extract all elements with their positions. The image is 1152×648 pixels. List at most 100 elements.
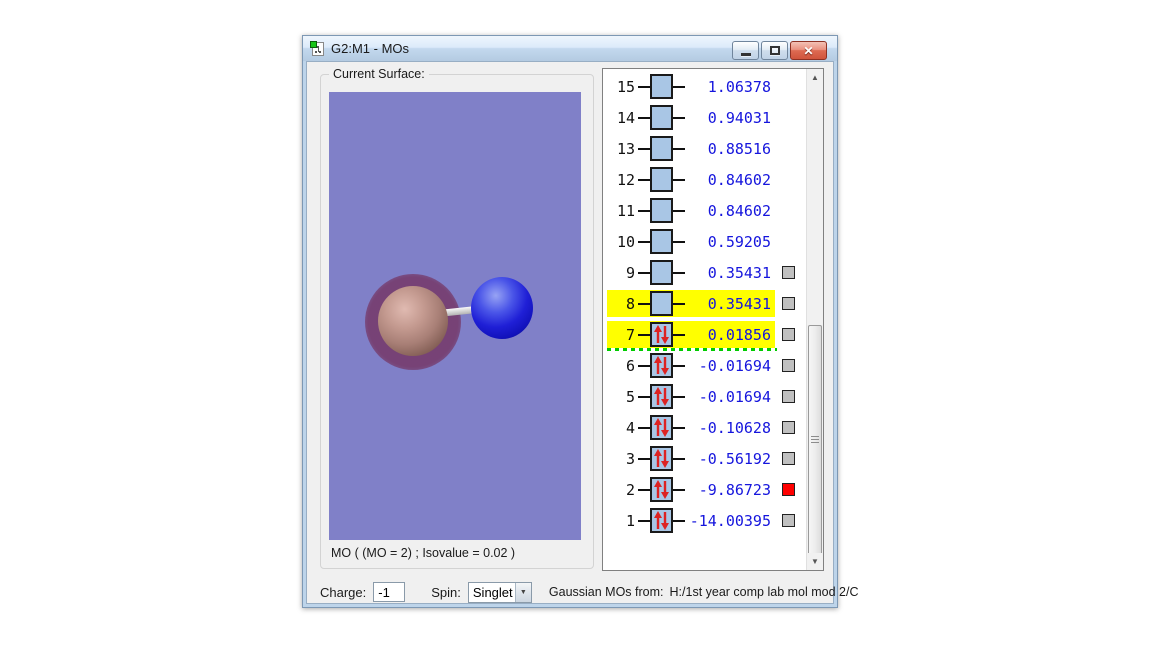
mo-row-main[interactable]: 4 -0.10628 — [607, 414, 775, 441]
mo-row[interactable]: 13 0.88516 — [603, 133, 806, 164]
atom-blue-sphere[interactable] — [471, 277, 533, 339]
atom-brown-sphere[interactable] — [378, 286, 448, 356]
electron-pair-arrows-icon — [654, 480, 669, 499]
molecule-viewport[interactable] — [329, 92, 581, 540]
orbital-box[interactable] — [650, 136, 673, 161]
mo-row-main[interactable]: 11 0.84602 — [607, 197, 775, 224]
mo-row[interactable]: 6 -0.01694 — [603, 350, 806, 381]
mo-energy: 0.01856 — [707, 325, 771, 344]
mo-energy: 0.35431 — [707, 263, 771, 282]
orbital-box[interactable] — [650, 260, 673, 285]
mo-checkbox[interactable] — [782, 452, 795, 465]
mo-row[interactable]: 9 0.35431 — [603, 257, 806, 288]
mo-number: 15 — [616, 77, 635, 96]
mo-energy: 0.84602 — [707, 170, 771, 189]
mo-checkbox[interactable] — [782, 359, 795, 372]
mo-row[interactable]: 5 -0.01694 — [603, 381, 806, 412]
scroll-grip-icon — [811, 436, 819, 444]
mo-number: 4 — [625, 418, 635, 437]
orbital-box[interactable] — [650, 291, 673, 316]
scroll-thumb[interactable] — [808, 325, 822, 555]
mo-energy: 0.59205 — [707, 232, 771, 251]
scroll-down-button[interactable]: ▼ — [807, 553, 823, 570]
window-title: G2:M1 - MOs — [331, 41, 410, 56]
orbital-box[interactable] — [650, 508, 673, 533]
energy-level-line — [673, 426, 685, 429]
charge-label: Charge: — [320, 584, 367, 600]
mo-energy: 0.35431 — [707, 294, 771, 313]
mo-row-main[interactable]: 13 0.88516 — [607, 135, 775, 162]
chevron-down-icon: ▼ — [519, 588, 527, 596]
minimize-icon — [740, 52, 751, 56]
orbital-box[interactable] — [650, 229, 673, 254]
mo-checkbox[interactable] — [782, 514, 795, 527]
orbital-box[interactable] — [650, 322, 673, 347]
mo-row-main[interactable]: 9 0.35431 — [607, 259, 775, 286]
orbital-box[interactable] — [650, 105, 673, 130]
maximize-button[interactable] — [761, 41, 788, 60]
spin-combobox[interactable]: Singlet ▼ — [467, 581, 532, 603]
energy-level-line — [638, 426, 650, 429]
orbital-box[interactable] — [650, 415, 673, 440]
mo-row-main[interactable]: 15 1.06378 — [607, 73, 775, 100]
energy-level-line — [673, 116, 685, 119]
mo-row[interactable]: 12 0.84602 — [603, 164, 806, 195]
orbital-box[interactable] — [650, 353, 673, 378]
energy-level-line — [673, 488, 685, 491]
source-label: Gaussian MOs from: — [548, 585, 664, 599]
mo-row[interactable]: 2 -9.86723 — [603, 474, 806, 505]
mo-row-main[interactable]: 5 -0.01694 — [607, 383, 775, 410]
mo-row[interactable]: 4 -0.10628 — [603, 412, 806, 443]
mo-row[interactable]: 11 0.84602 — [603, 195, 806, 226]
mo-checkbox[interactable] — [782, 421, 795, 434]
scrollbar[interactable]: ▲ ▼ — [806, 69, 823, 570]
mo-row-main[interactable]: 7 0.01856 — [607, 321, 775, 348]
energy-level-line — [673, 302, 685, 305]
charge-input[interactable] — [373, 582, 406, 602]
mo-row-main[interactable]: 3 -0.56192 — [607, 445, 775, 472]
orbital-box[interactable] — [650, 384, 673, 409]
orbital-box[interactable] — [650, 446, 673, 471]
mo-row-main[interactable]: 14 0.94031 — [607, 104, 775, 131]
mo-energy: -14.00395 — [689, 511, 771, 530]
mo-checkbox[interactable] — [782, 266, 795, 279]
mo-number: 3 — [625, 449, 635, 468]
titlebar[interactable]: G2:M1 - MOs ✕ — [303, 36, 837, 61]
orbital-box[interactable] — [650, 167, 673, 192]
mo-number: 6 — [625, 356, 635, 375]
mo-row-main[interactable]: 1 -14.00395 — [607, 507, 775, 534]
mo-row-main[interactable]: 12 0.84602 — [607, 166, 775, 193]
mo-checkbox[interactable] — [782, 390, 795, 403]
mo-checkbox[interactable] — [782, 483, 795, 496]
mo-row-main[interactable]: 8 0.35431 — [607, 290, 775, 317]
mo-row[interactable]: 10 0.59205 — [603, 226, 806, 257]
mo-row-main[interactable]: 2 -9.86723 — [607, 476, 775, 503]
mo-number: 13 — [616, 139, 635, 158]
energy-level-line — [673, 178, 685, 181]
minimize-button[interactable] — [732, 41, 759, 60]
orbital-box[interactable] — [650, 198, 673, 223]
energy-level-line — [638, 364, 650, 367]
mo-row[interactable]: 7 0.01856 — [603, 319, 806, 350]
close-button[interactable]: ✕ — [790, 41, 827, 60]
combo-dropdown-button[interactable]: ▼ — [514, 582, 531, 602]
mo-energy: -0.01694 — [698, 356, 771, 375]
orbital-box[interactable] — [650, 477, 673, 502]
energy-level-line — [638, 395, 650, 398]
orbital-box[interactable] — [650, 74, 673, 99]
scroll-up-button[interactable]: ▲ — [807, 69, 823, 86]
mo-row-main[interactable]: 6 -0.01694 — [607, 352, 775, 379]
energy-level-line — [673, 147, 685, 150]
mo-checkbox[interactable] — [782, 328, 795, 341]
mo-row[interactable]: 1 -14.00395 — [603, 505, 806, 536]
mo-row[interactable]: 3 -0.56192 — [603, 443, 806, 474]
mo-row[interactable]: 15 1.06378 — [603, 71, 806, 102]
mo-row-main[interactable]: 10 0.59205 — [607, 228, 775, 255]
mo-checkbox[interactable] — [782, 297, 795, 310]
mo-number: 8 — [625, 294, 635, 313]
energy-level-line — [638, 209, 650, 212]
energy-level-line — [638, 457, 650, 460]
mo-row[interactable]: 8 0.35431 — [603, 288, 806, 319]
mo-number: 10 — [616, 232, 635, 251]
mo-row[interactable]: 14 0.94031 — [603, 102, 806, 133]
